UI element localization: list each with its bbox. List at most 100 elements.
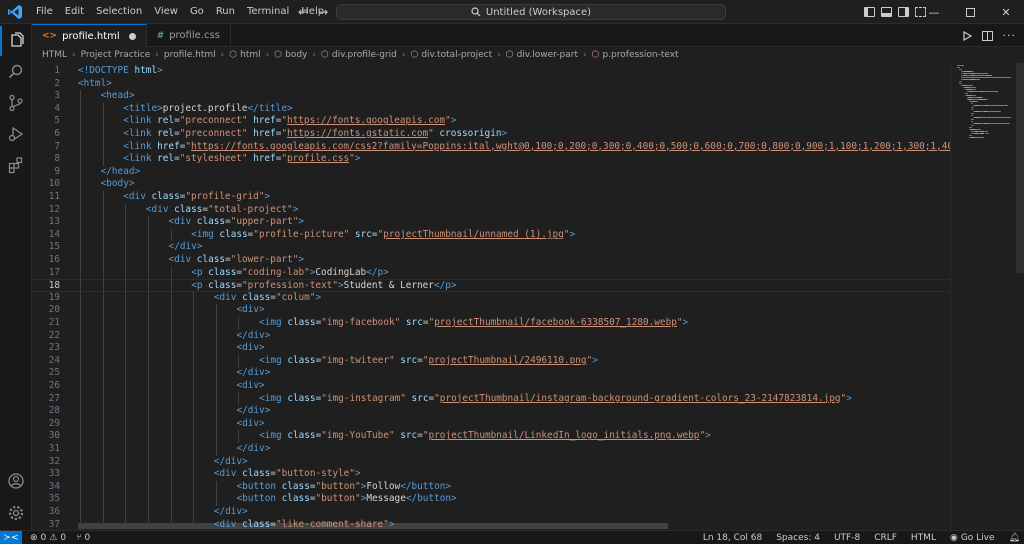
menu-item-edit[interactable]: Edit bbox=[59, 0, 90, 24]
code-token: > bbox=[682, 317, 689, 328]
code-editor[interactable]: 1 <!DOCTYPE html> 2 <html> 3 <head> 4 <title>pr… bbox=[32, 63, 950, 530]
code-line[interactable]: 1 <!DOCTYPE html> bbox=[32, 65, 950, 78]
forward-arrow-icon[interactable]: → bbox=[318, 5, 328, 19]
code-token: projectThumbnail/LinkedIn_logo_initials.… bbox=[428, 430, 700, 442]
code-token: </div> bbox=[236, 367, 271, 379]
breadcrumb-item[interactable]: div.lower-part bbox=[517, 50, 578, 60]
error-icon: ⊗ bbox=[30, 532, 38, 543]
breadcrumb-item[interactable]: profile.html bbox=[164, 50, 216, 60]
end-of-line[interactable]: CRLF bbox=[874, 533, 897, 543]
source-control-icon[interactable] bbox=[0, 88, 32, 118]
code-line[interactable]: 13 <div class="upper-part"> bbox=[32, 216, 950, 229]
tab-profile-css[interactable]: # profile.css bbox=[147, 24, 231, 47]
code-line[interactable]: 3 <head> bbox=[32, 90, 950, 103]
ports-indicator[interactable]: ⑂ 0 bbox=[76, 533, 90, 543]
line-number: 25 bbox=[48, 367, 60, 379]
menu-item-go[interactable]: Go bbox=[184, 0, 210, 24]
cursor-position[interactable]: Ln 18, Col 68 bbox=[703, 533, 762, 543]
indentation[interactable]: Spaces: 4 bbox=[776, 533, 820, 543]
breadcrumb-item[interactable]: HTML bbox=[42, 50, 67, 60]
split-editor-icon[interactable] bbox=[981, 30, 993, 41]
code-token: src bbox=[411, 392, 429, 404]
code-token: <!DOCTYPE bbox=[78, 65, 135, 76]
code-token: class bbox=[196, 216, 226, 228]
tab-profile-html[interactable]: <> profile.html bbox=[32, 24, 147, 47]
toggle-panel-icon[interactable] bbox=[881, 7, 892, 17]
minimize-icon[interactable]: — bbox=[916, 0, 952, 24]
line-number: 22 bbox=[48, 329, 60, 341]
code-line[interactable]: 9 </head> bbox=[32, 166, 950, 179]
command-center[interactable]: Untitled (Workspace) bbox=[336, 4, 726, 20]
code-line[interactable]: 7 <link href="https://fonts.googleapis.co… bbox=[32, 141, 950, 154]
explorer-icon[interactable] bbox=[0, 26, 32, 56]
close-icon[interactable]: ✕ bbox=[988, 0, 1024, 24]
code-token: crossorigin bbox=[439, 128, 502, 139]
code-line[interactable]: 4 <title>project.profile</title> bbox=[32, 103, 950, 116]
notifications-bell-icon[interactable]: 🔔︎ bbox=[1009, 533, 1020, 543]
vscode-logo-icon bbox=[0, 0, 30, 24]
menu-item-file[interactable]: File bbox=[30, 0, 59, 24]
line-number: 10 bbox=[48, 178, 60, 190]
code-line[interactable]: 2 <html> bbox=[32, 78, 950, 91]
line-number: 12 bbox=[48, 203, 60, 215]
more-actions-icon[interactable]: ··· bbox=[1003, 29, 1017, 42]
extensions-icon[interactable] bbox=[0, 150, 32, 180]
code-line[interactable]: 6 <link rel="preconnect" href="https://fo… bbox=[32, 128, 950, 141]
breadcrumb-item[interactable]: div.profile-grid bbox=[332, 50, 397, 60]
code-text: <div> bbox=[236, 380, 264, 393]
problems-indicator[interactable]: ⊗ 0 ⚠ 0 bbox=[30, 533, 66, 543]
menu-bar: File Edit Selection View Go Run Terminal Help bbox=[30, 0, 330, 24]
code-token: <div bbox=[145, 203, 175, 215]
code-token: <link bbox=[123, 140, 158, 152]
breadcrumb-item[interactable]: body bbox=[285, 50, 307, 60]
menu-item-view[interactable]: View bbox=[148, 0, 184, 24]
encoding[interactable]: UTF-8 bbox=[834, 533, 860, 543]
vertical-scrollbar[interactable] bbox=[1016, 63, 1024, 273]
breadcrumb-item[interactable]: div.total-project bbox=[421, 50, 492, 60]
maximize-icon[interactable] bbox=[952, 0, 988, 24]
toggle-secondary-sidebar-icon[interactable] bbox=[898, 7, 909, 17]
code-line[interactable]: 15 </div> bbox=[32, 241, 950, 254]
toggle-primary-sidebar-icon[interactable] bbox=[864, 7, 875, 17]
code-line[interactable]: 11 <div class="profile-grid"> bbox=[32, 191, 950, 204]
run-icon[interactable] bbox=[962, 30, 972, 41]
code-text: <img class="profile-picture" src="projec… bbox=[191, 229, 575, 242]
code-line[interactable]: 12 <div class="total-project"> bbox=[32, 204, 950, 217]
unsaved-dot-icon[interactable] bbox=[128, 32, 136, 40]
code-token: href bbox=[253, 128, 276, 139]
code-token: src bbox=[354, 228, 372, 240]
element-symbol-icon: ⬡ bbox=[591, 50, 600, 60]
code-line[interactable]: 16 <div class="lower-part"> bbox=[32, 254, 950, 267]
code-token: > bbox=[705, 430, 711, 442]
breadcrumb-item[interactable]: p.profession-text bbox=[602, 50, 678, 60]
code-line[interactable]: 10 <body> bbox=[32, 178, 950, 191]
settings-gear-icon[interactable] bbox=[0, 498, 32, 528]
code-line[interactable]: 5 <link rel="preconnect" href="https://fo… bbox=[32, 115, 950, 128]
menu-item-run[interactable]: Run bbox=[210, 0, 241, 24]
code-token: class bbox=[208, 280, 237, 292]
code-token: href bbox=[253, 153, 276, 165]
minimap-line bbox=[971, 99, 979, 100]
code-token: <p bbox=[191, 266, 209, 278]
menu-item-terminal[interactable]: Terminal bbox=[241, 0, 295, 24]
code-token: <div bbox=[168, 216, 197, 228]
remote-indicator-icon[interactable]: ≻< bbox=[0, 530, 22, 544]
breadcrumb-item[interactable]: html bbox=[240, 50, 261, 60]
code-token: src bbox=[405, 317, 423, 328]
editor-actions: ··· bbox=[962, 24, 1024, 47]
breadcrumb-item[interactable]: Project Practice bbox=[81, 50, 151, 60]
code-token: rel bbox=[157, 153, 175, 165]
language-mode[interactable]: HTML bbox=[911, 533, 936, 543]
accounts-icon[interactable] bbox=[0, 466, 32, 496]
minimap-line bbox=[980, 97, 983, 98]
back-arrow-icon[interactable]: ← bbox=[298, 5, 308, 19]
run-debug-icon[interactable] bbox=[0, 119, 32, 149]
minimap[interactable] bbox=[950, 63, 1024, 530]
search-icon[interactable] bbox=[0, 57, 32, 87]
code-text: <div> bbox=[236, 342, 264, 355]
go-live-button[interactable]: ◉ Go Live bbox=[950, 533, 995, 543]
code-text: <div class="colum"> bbox=[214, 292, 321, 305]
code-line[interactable]: 8 <link rel="stylesheet" href="profile.cs… bbox=[32, 153, 950, 166]
indent-guide bbox=[147, 216, 149, 530]
menu-item-selection[interactable]: Selection bbox=[90, 0, 148, 24]
